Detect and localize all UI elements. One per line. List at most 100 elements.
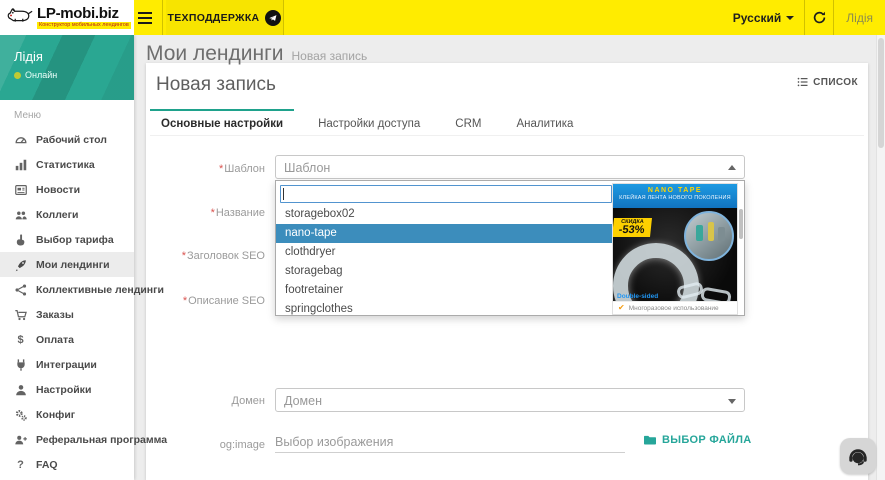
check-icon: ✔: [618, 304, 625, 312]
sidebar-item-referral[interactable]: Реферальная программа: [0, 427, 134, 452]
template-select[interactable]: Шаблон: [275, 155, 745, 179]
payment-icon: $: [13, 332, 28, 347]
cart-icon: [13, 307, 28, 322]
preview-title: NANO TAPE: [613, 187, 737, 194]
dashboard-icon: [13, 132, 28, 147]
share-icon: [13, 282, 28, 297]
choose-file-button[interactable]: ВЫБОР ФАЙЛА: [643, 434, 752, 446]
referral-icon: [13, 432, 28, 447]
language-select[interactable]: Русский: [723, 0, 805, 35]
page-title: Мои лендинги: [146, 42, 283, 65]
topbar-username[interactable]: Лідія: [834, 0, 885, 35]
dropdown-option-list: storagebox02 nano-tape clothdryer storag…: [276, 205, 616, 316]
tab-main-settings[interactable]: Основные настройки: [150, 109, 294, 135]
domain-select-placeholder: Домен: [284, 394, 322, 408]
dog-logo-icon: [4, 3, 34, 32]
sidebar-nav: Рабочий стол Статистика Новости Коллеги …: [0, 127, 134, 477]
card-title: Новая запись: [156, 74, 276, 96]
stats-icon: [13, 157, 28, 172]
logo[interactable]: LP-mobi.biz Конструктор мобильных лендин…: [0, 0, 134, 35]
folder-icon: [643, 434, 657, 446]
refresh-icon: [812, 10, 827, 25]
topbar-divider: [162, 0, 163, 35]
content-card: Новая запись СПИСОК Основные настройки Н…: [146, 63, 868, 480]
dropdown-option[interactable]: springclothes: [276, 300, 616, 316]
profile-name: Лідія: [14, 49, 134, 64]
chevron-down-icon: [786, 16, 794, 20]
refresh-button[interactable]: [805, 0, 833, 35]
sidebar-item-config[interactable]: Конфиг: [0, 402, 134, 427]
tab-crm[interactable]: CRM: [444, 109, 492, 135]
page-header: Мои лендинги Новая запись: [146, 42, 367, 66]
dropdown-option[interactable]: storagebag: [276, 262, 616, 281]
seo-description-field-label: *Описание SEO: [146, 295, 265, 307]
preview-feature-row: ✔ Многоразовое использование: [613, 301, 737, 314]
discount-badge: СКИДКА -53%: [613, 218, 652, 237]
logo-title: LP-mobi.biz: [37, 6, 131, 21]
list-button[interactable]: СПИСОК: [797, 76, 858, 88]
chevron-down-icon: [728, 399, 736, 404]
sidebar-item-settings[interactable]: Настройки: [0, 377, 134, 402]
list-button-label: СПИСОК: [813, 77, 858, 88]
sidebar-item-news[interactable]: Новости: [0, 177, 134, 202]
sidebar-item-dashboard[interactable]: Рабочий стол: [0, 127, 134, 152]
support-button-label: ТЕХПОДДЕРЖКА: [168, 12, 260, 24]
choose-file-button-label: ВЫБОР ФАЙЛА: [662, 434, 752, 446]
dropdown-option[interactable]: clothdryer: [276, 243, 616, 262]
sidebar-item-orders[interactable]: Заказы: [0, 302, 134, 327]
support-chat-button[interactable]: [840, 438, 876, 474]
preview-image: СКИДКА -53% Double-sided: [613, 208, 737, 301]
preview-subtitle: КЛЕЙКАЯ ЛЕНТА НОВОГО ПОКОЛЕНИЯ: [613, 195, 737, 201]
page-scrollbar-thumb[interactable]: [878, 38, 884, 148]
dropdown-search-input[interactable]: [280, 185, 612, 203]
template-dropdown: storagebox02 nano-tape clothdryer storag…: [275, 180, 745, 316]
sidebar-item-collective-landings[interactable]: Коллективные лендинги: [0, 277, 134, 302]
support-button[interactable]: ТЕХПОДДЕРЖКА: [166, 0, 283, 35]
topbar-divider: [283, 0, 284, 35]
og-image-input[interactable]: [275, 431, 625, 453]
logo-subtitle: Конструктор мобильных лендингов: [37, 22, 131, 30]
tape-strip-image: [700, 287, 732, 301]
colleagues-icon: [13, 207, 28, 222]
preview-header: NANO TAPE КЛЕЙКАЯ ЛЕНТА НОВОГО ПОКОЛЕНИЯ: [613, 184, 737, 208]
seo-title-field-label: *Заголовок SEO: [146, 250, 265, 262]
domain-select[interactable]: Домен: [275, 388, 745, 412]
plug-icon: [13, 357, 28, 372]
sidebar-item-my-landings[interactable]: Мои лендинги: [0, 252, 134, 277]
preview-caption: Double-sided: [617, 293, 658, 300]
dropdown-option[interactable]: storagebox02: [276, 205, 616, 224]
language-label: Русский: [733, 11, 782, 25]
hamburger-menu-icon[interactable]: [138, 9, 154, 25]
breadcrumb: Новая запись: [291, 49, 367, 63]
person-icon: [13, 382, 28, 397]
sidebar: Лідія Онлайн Меню Рабочий стол Статистик…: [0, 35, 134, 480]
name-field-label: *Название: [146, 207, 265, 219]
sidebar-item-statistics[interactable]: Статистика: [0, 152, 134, 177]
question-icon: ?: [13, 457, 28, 472]
domain-field-label: Домен: [146, 395, 265, 407]
list-icon: [797, 76, 809, 88]
tab-analytics[interactable]: Аналитика: [505, 109, 584, 135]
page-scrollbar[interactable]: [876, 35, 885, 480]
template-select-placeholder: Шаблон: [284, 161, 330, 175]
headset-icon: [846, 444, 870, 468]
landings-icon: [13, 257, 28, 272]
tab-access-settings[interactable]: Настройки доступа: [307, 109, 431, 135]
sidebar-item-colleagues[interactable]: Коллеги: [0, 202, 134, 227]
profile-status-label: Онлайн: [25, 70, 57, 80]
preview-feature-text: Многоразовое использование: [629, 305, 719, 312]
online-status-dot: [14, 72, 21, 79]
dropdown-scrollbar[interactable]: [739, 209, 743, 239]
text-cursor: [283, 188, 284, 200]
dropdown-option[interactable]: footretainer: [276, 281, 616, 300]
sidebar-profile: Лідія Онлайн: [0, 35, 134, 100]
chevron-up-icon: [728, 165, 736, 170]
sidebar-item-faq[interactable]: ? FAQ: [0, 452, 134, 477]
sidebar-item-payment[interactable]: $ Оплата: [0, 327, 134, 352]
topbar: LP-mobi.biz Конструктор мобильных лендин…: [0, 0, 885, 35]
dropdown-option-highlighted[interactable]: nano-tape: [276, 224, 616, 243]
sidebar-item-integrations[interactable]: Интеграции: [0, 352, 134, 377]
menu-section-label: Меню: [0, 100, 134, 123]
template-field-label: *Шаблон: [146, 163, 265, 175]
sidebar-item-tariff[interactable]: Выбор тарифа: [0, 227, 134, 252]
